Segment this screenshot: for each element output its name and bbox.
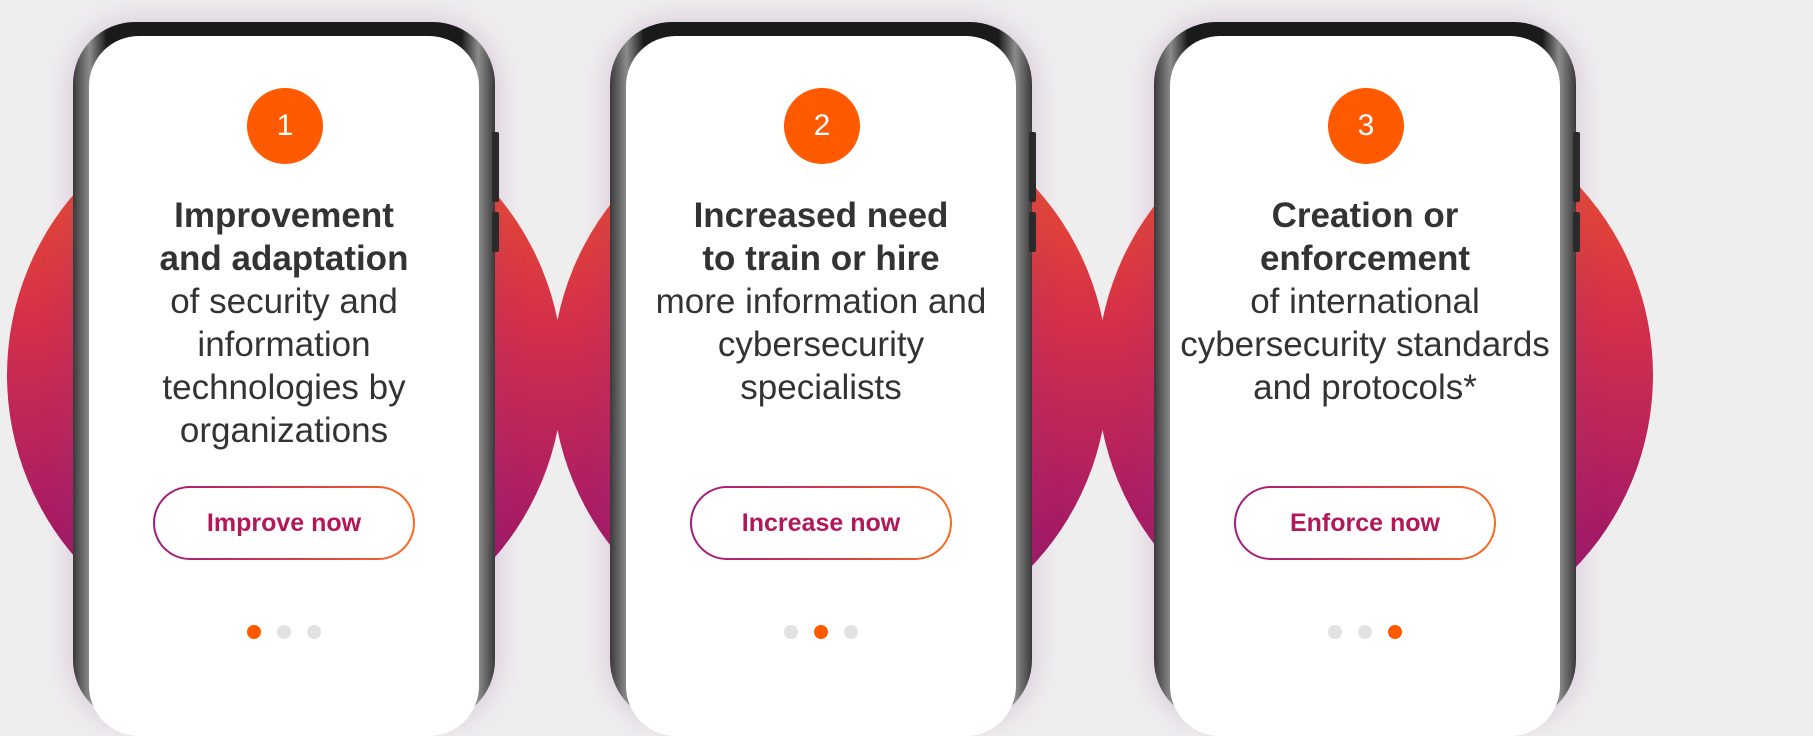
phone-screen: 3 Creation or enforcement of internation…	[1170, 36, 1560, 736]
card-description: Creation or enforcement of international…	[1180, 194, 1550, 409]
pagination-dot-1[interactable]	[1328, 625, 1342, 639]
card-title-line-1: Increased need	[693, 196, 949, 235]
card-2: 2 Increased need to train or hire more i…	[545, 0, 1108, 736]
increase-now-button[interactable]: Increase now	[690, 486, 952, 560]
pagination-dot-3[interactable]	[844, 625, 858, 639]
improve-now-button[interactable]: Improve now	[153, 486, 415, 560]
card-body-text: of international cybersecurity standards…	[1180, 282, 1550, 407]
card-3: 3 Creation or enforcement of internation…	[1090, 0, 1653, 736]
card-title-line-2: enforcement	[1259, 239, 1471, 278]
step-number-badge: 1	[247, 88, 323, 164]
phone-side-button	[1573, 132, 1580, 202]
card-1: 1 Improvement and adaptation of security…	[0, 0, 563, 736]
phone-side-button	[1573, 212, 1580, 252]
phone-side-button	[1029, 212, 1036, 252]
pagination-dot-2[interactable]	[814, 625, 828, 639]
pagination-dot-1[interactable]	[247, 625, 261, 639]
card-title-line-2: and adaptation	[159, 239, 409, 278]
card-description: Improvement and adaptation of security a…	[99, 194, 469, 452]
phone-frame: 1 Improvement and adaptation of security…	[73, 22, 499, 736]
pagination-dot-2[interactable]	[1358, 625, 1372, 639]
phone-screen: 2 Increased need to train or hire more i…	[626, 36, 1016, 736]
enforce-now-button[interactable]: Enforce now	[1234, 486, 1496, 560]
card-body-text: of security and information technologies…	[162, 282, 406, 450]
card-body-text: more information and cybersecurity speci…	[655, 282, 987, 407]
step-number-badge: 3	[1328, 88, 1404, 164]
phone-side-button	[492, 132, 499, 202]
pagination-dot-2[interactable]	[277, 625, 291, 639]
phone-side-button	[492, 212, 499, 252]
pagination-dot-1[interactable]	[784, 625, 798, 639]
phone-screen: 1 Improvement and adaptation of security…	[89, 36, 479, 736]
pagination-dots	[626, 625, 1016, 643]
step-number-badge: 2	[784, 88, 860, 164]
card-title-line-2: to train or hire	[702, 239, 940, 278]
pagination-dots	[1170, 625, 1560, 643]
pagination-dot-3[interactable]	[307, 625, 321, 639]
phone-frame: 3 Creation or enforcement of internation…	[1154, 22, 1580, 736]
phone-side-button	[1029, 132, 1036, 202]
pagination-dot-3[interactable]	[1388, 625, 1402, 639]
card-title-line-1: Improvement	[174, 196, 394, 235]
card-description: Increased need to train or hire more inf…	[636, 194, 1006, 409]
phone-frame: 2 Increased need to train or hire more i…	[610, 22, 1036, 736]
pagination-dots	[89, 625, 479, 643]
card-title-line-1: Creation or	[1271, 196, 1459, 235]
